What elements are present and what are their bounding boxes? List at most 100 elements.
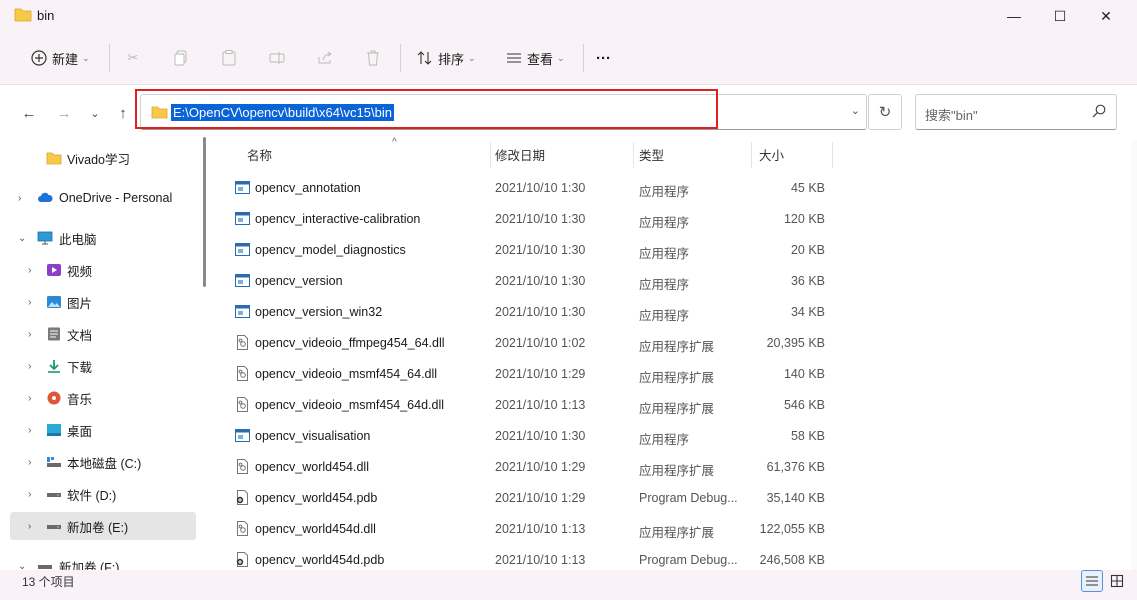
file-row[interactable]: opencv_videoio_ffmpeg454_64.dll 2021/10/1…: [229, 328, 834, 359]
sidebar-item-pictures[interactable]: › 图片: [10, 288, 196, 316]
highlight-annotation-box: [135, 89, 718, 129]
sidebar-item-videos[interactable]: › 视频: [10, 256, 196, 284]
column-divider[interactable]: [633, 142, 634, 168]
file-name: opencv_version_win32: [255, 305, 383, 319]
refresh-icon: ↻: [878, 104, 892, 121]
chevron-right-icon[interactable]: ›: [28, 265, 31, 276]
file-row[interactable]: opencv_interactive-calibration 2021/10/10…: [229, 204, 834, 235]
copy-button[interactable]: [168, 46, 194, 70]
file-row[interactable]: opencv_videoio_msmf454_64.dll 2021/10/10 …: [229, 359, 834, 390]
sidebar-item-label: Vivado学习: [67, 152, 130, 167]
file-type: 应用程序: [639, 433, 690, 447]
chevron-right-icon[interactable]: ›: [18, 193, 21, 204]
sidebar-item-label: 新加卷 (E:): [67, 520, 129, 535]
chevron-right-icon[interactable]: ›: [28, 489, 31, 500]
dll-file-icon: [235, 397, 250, 412]
cloud-icon: [38, 192, 53, 202]
sidebar-item-drive-d[interactable]: › 软件 (D:): [10, 480, 196, 508]
column-divider[interactable]: [751, 142, 752, 168]
file-size: 140 KB: [783, 367, 825, 381]
file-date: 2021/10/10 1:29: [495, 367, 586, 381]
chevron-down-icon: ⌄: [557, 52, 565, 63]
delete-button[interactable]: [360, 46, 386, 70]
file-row[interactable]: opencv_model_diagnostics 2021/10/10 1:30 应…: [229, 235, 834, 266]
recent-locations-button[interactable]: ⌄: [84, 102, 106, 124]
file-size: 546 KB: [783, 398, 825, 412]
sidebar-item-drive-f[interactable]: ⌄ 新加卷 (F:): [10, 552, 196, 571]
chevron-right-icon[interactable]: ›: [28, 329, 31, 340]
sidebar-item-this-pc[interactable]: ⌄ 此电脑: [10, 224, 196, 252]
column-header-date[interactable]: 修改日期: [495, 140, 630, 168]
file-size: 20,395 KB: [766, 336, 825, 350]
details-view-button[interactable]: [1081, 570, 1103, 592]
file-row[interactable]: opencv_world454.dll 2021/10/10 1:29 应用程序扩展…: [229, 452, 834, 483]
minimize-button[interactable]: —: [991, 0, 1037, 32]
sidebar-item-label: 此电脑: [59, 232, 97, 247]
sort-button[interactable]: 排序 ⌄: [412, 46, 476, 70]
maximize-button[interactable]: ☐: [1037, 0, 1083, 32]
chevron-down-icon[interactable]: ⌄: [18, 233, 26, 244]
column-divider[interactable]: [490, 142, 491, 168]
chevron-right-icon[interactable]: ›: [28, 425, 31, 436]
refresh-button[interactable]: ↻: [868, 94, 902, 130]
sidebar-item-label: 视频: [67, 264, 93, 279]
sidebar-item-onedrive[interactable]: › OneDrive - Personal: [10, 184, 196, 212]
file-list-scrollbar[interactable]: [1131, 140, 1137, 570]
sidebar-item-downloads[interactable]: › 下载: [10, 352, 196, 380]
more-options-button[interactable]: ···: [596, 46, 611, 70]
up-button[interactable]: ↑: [112, 102, 134, 124]
sidebar-item-vivado[interactable]: Vivado学习: [10, 144, 196, 172]
file-row[interactable]: opencv_version 2021/10/10 1:30 应用程序 36 KB: [229, 266, 834, 297]
title-bar[interactable]: bin — ☐ ✕: [0, 0, 1137, 32]
sidebar-item-documents[interactable]: › 文档: [10, 320, 196, 348]
close-button[interactable]: ✕: [1083, 0, 1129, 32]
column-header-size[interactable]: 大小: [759, 140, 829, 168]
file-type: 应用程序扩展: [639, 402, 715, 416]
file-date: 2021/10/10 1:02: [495, 336, 586, 350]
chevron-right-icon[interactable]: ›: [28, 393, 31, 404]
debug-file-icon: [235, 552, 250, 567]
back-button[interactable]: ←: [18, 102, 40, 124]
column-header-type[interactable]: 类型: [639, 140, 749, 168]
sidebar-item-drive-c[interactable]: › 本地磁盘 (C:): [10, 448, 196, 476]
chevron-right-icon[interactable]: ›: [28, 297, 31, 308]
view-list-icon: [501, 46, 527, 70]
file-type: 应用程序扩展: [639, 371, 715, 385]
column-header-name[interactable]: 名称 ^: [247, 137, 487, 168]
tiles-view-button[interactable]: [1106, 570, 1128, 592]
file-size: 45 KB: [790, 181, 825, 195]
file-row[interactable]: opencv_world454.pdb 2021/10/10 1:29 Progra…: [229, 483, 834, 514]
search-box[interactable]: 搜索"bin": [915, 94, 1117, 130]
chevron-right-icon[interactable]: ›: [28, 361, 31, 372]
chevron-down-icon[interactable]: ⌄: [18, 561, 26, 571]
sidebar-item-desktop[interactable]: › 桌面: [10, 416, 196, 444]
chevron-down-icon[interactable]: ⌄: [851, 104, 860, 117]
sidebar-item-label: OneDrive - Personal: [59, 191, 173, 205]
column-divider[interactable]: [832, 142, 833, 168]
file-row[interactable]: opencv_version_win32 2021/10/10 1:30 应用程序 3…: [229, 297, 834, 328]
dll-file-icon: [235, 521, 250, 536]
forward-button[interactable]: →: [53, 102, 75, 124]
details-view-icon: [1086, 576, 1098, 586]
debug-file-icon: [235, 490, 250, 505]
view-button[interactable]: 查看 ⌄: [501, 46, 565, 70]
file-size: 36 KB: [790, 274, 825, 288]
paste-button[interactable]: [216, 46, 242, 70]
chevron-right-icon[interactable]: ›: [28, 457, 31, 468]
cut-button[interactable]: ✂: [120, 46, 146, 70]
file-row[interactable]: opencv_world454d.dll 2021/10/10 1:13 应用程序扩…: [229, 514, 834, 545]
chevron-right-icon[interactable]: ›: [28, 521, 31, 532]
sidebar-scrollbar[interactable]: [203, 137, 206, 287]
file-name: opencv_world454.pdb: [255, 491, 378, 505]
share-button[interactable]: [312, 46, 338, 70]
file-row[interactable]: opencv_annotation 2021/10/10 1:30 应用程序 45 K…: [229, 173, 834, 204]
file-name: opencv_visualisation: [255, 429, 371, 443]
file-row[interactable]: opencv_videoio_msmf454_64d.dll 2021/10/10…: [229, 390, 834, 421]
rename-button[interactable]: [264, 46, 290, 70]
file-row[interactable]: opencv_visualisation 2021/10/10 1:30 应用程序 5…: [229, 421, 834, 452]
plus-circle-icon: [26, 46, 52, 70]
application-icon: [235, 180, 250, 195]
sidebar-item-drive-e[interactable]: › 新加卷 (E:): [10, 512, 196, 540]
sidebar-item-music[interactable]: › 音乐: [10, 384, 196, 412]
new-button[interactable]: 新建 ⌄: [26, 46, 90, 70]
